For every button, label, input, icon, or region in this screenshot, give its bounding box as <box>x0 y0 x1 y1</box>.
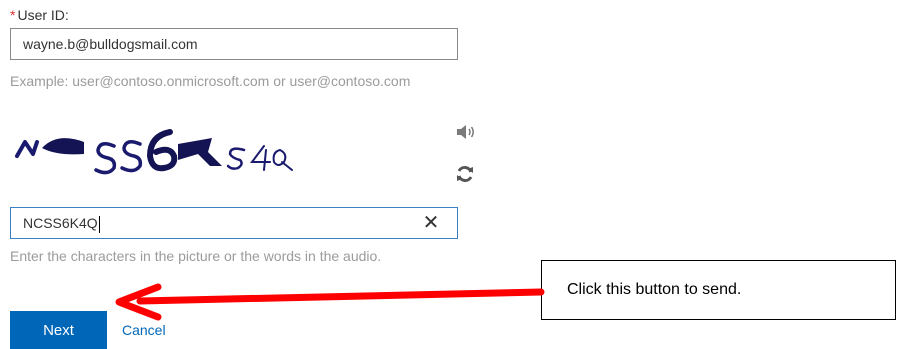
close-icon[interactable]: ✕ <box>417 211 445 235</box>
refresh-icon[interactable] <box>454 163 476 185</box>
speaker-icon[interactable] <box>454 122 476 142</box>
captcha-glyph-4 <box>250 145 271 171</box>
captcha-glyph-k <box>178 138 222 166</box>
captcha-glyph-6 <box>146 129 178 172</box>
annotation-callout: Click this button to send. <box>541 260 896 320</box>
captcha-glyph-n <box>15 140 39 158</box>
captcha-image <box>15 129 293 175</box>
cancel-link[interactable]: Cancel <box>122 322 166 338</box>
captcha-input[interactable]: NCSS6K4Q <box>10 207 458 239</box>
captcha-glyph-s3 <box>226 147 246 170</box>
user-id-label-text: User ID: <box>17 7 69 23</box>
captcha-glyph-q <box>272 149 293 171</box>
captcha-input-value: NCSS6K4Q <box>23 215 98 231</box>
user-id-input[interactable]: wayne.b@bulldogsmail.com <box>10 28 458 60</box>
user-id-label: * User ID: <box>10 7 69 23</box>
user-id-example-hint: Example: user@contoso.onmicrosoft.com or… <box>10 73 411 89</box>
captcha-glyph-s1 <box>94 142 117 175</box>
required-mark: * <box>10 7 16 23</box>
captcha-glyph-s2 <box>120 140 143 173</box>
next-button[interactable]: Next <box>10 311 107 349</box>
text-caret <box>98 215 100 233</box>
captcha-glyph-wedge <box>42 138 84 155</box>
captcha-hint: Enter the characters in the picture or t… <box>10 248 382 264</box>
